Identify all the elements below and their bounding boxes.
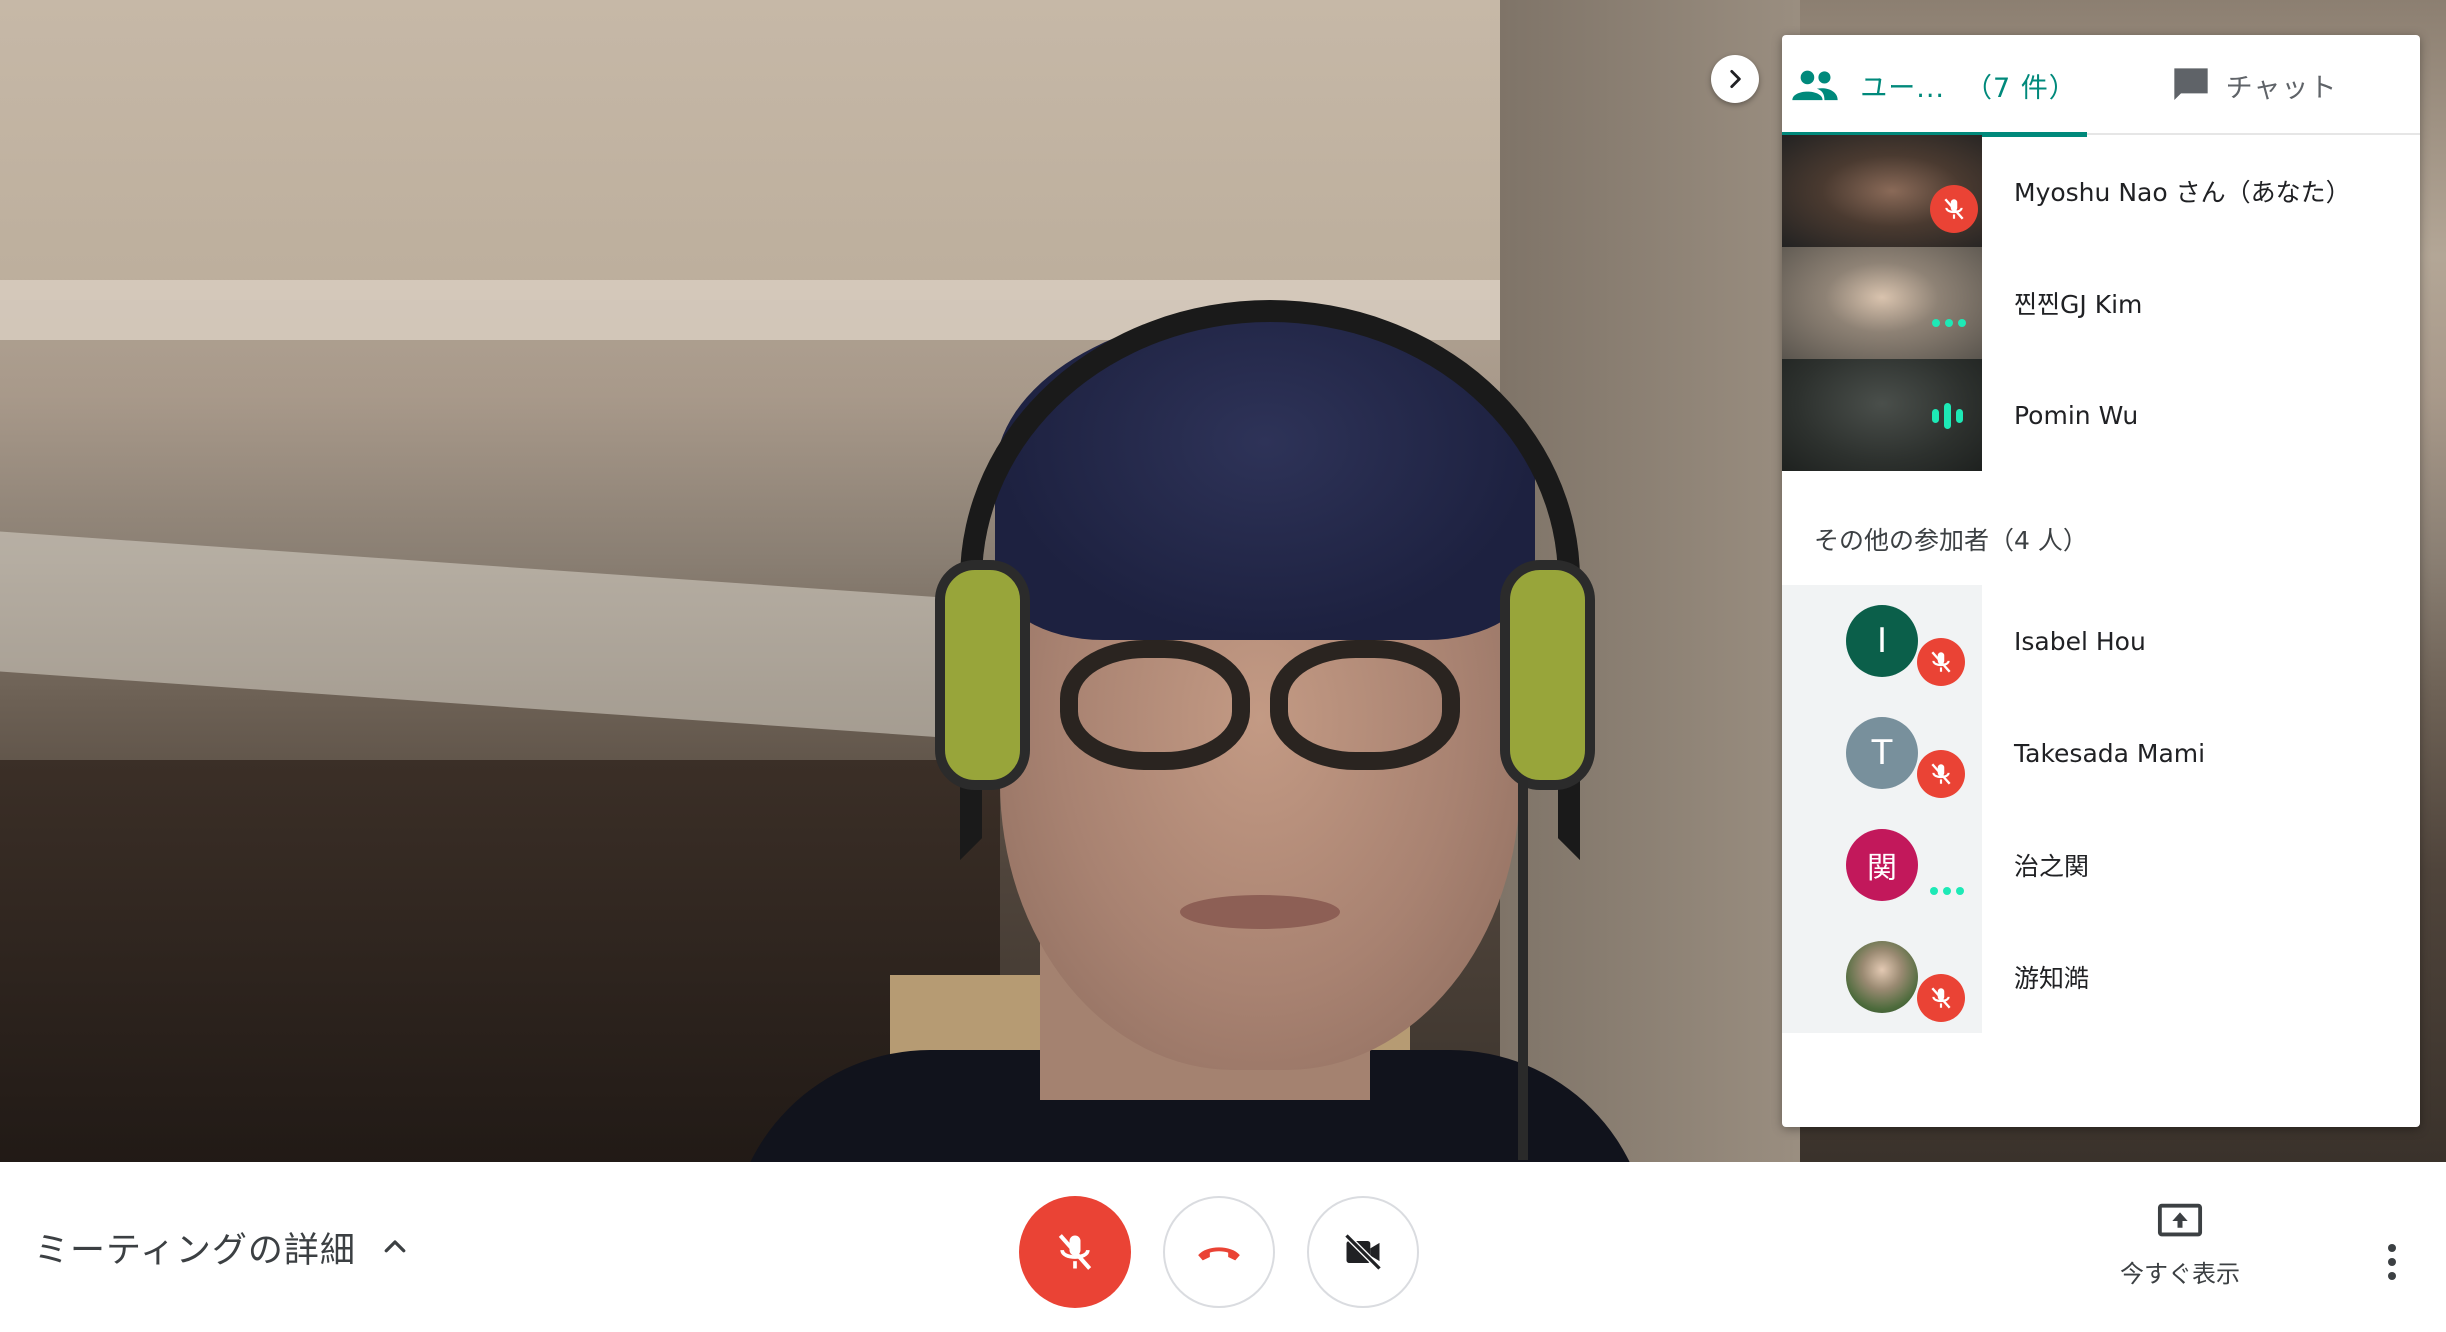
chevron-up-icon (384, 1240, 406, 1253)
avatar: I (1846, 605, 1918, 677)
more-options-button[interactable] (2370, 1227, 2414, 1297)
participant-row[interactable]: Pomin Wu (1782, 359, 2420, 471)
tab-people-count: （7 件） (1964, 72, 2077, 104)
mic-off-icon (1058, 1234, 1092, 1270)
tab-people[interactable]: ユー... （7 件） (1782, 35, 2087, 137)
tab-people-label: ユー... (1860, 72, 1945, 104)
participant-name: 찐찐GJ Kim (2014, 290, 2143, 319)
participant-row[interactable]: 游知澔 (1782, 921, 2420, 1033)
panel-tabs: ユー... （7 件） チャット (1782, 35, 2420, 137)
other-participants-heading: その他の参加者（4 人） (1814, 526, 2088, 555)
present-screen-icon (2157, 1203, 2203, 1237)
participant-name: Isabel Hou (2014, 626, 2146, 656)
mic-off-icon (1930, 185, 1978, 233)
avatar: 関 (1846, 829, 1918, 901)
tab-chat[interactable]: チャット (2087, 35, 2420, 135)
avatar (1846, 941, 1918, 1013)
chevron-right-icon (1730, 70, 1741, 88)
participant-row[interactable]: 関 治之関 (1782, 809, 2420, 921)
participant-avatar-tile: 関 (1782, 809, 1982, 921)
collapse-panel-button[interactable] (1711, 55, 1759, 103)
participant-row[interactable]: I Isabel Hou (1782, 585, 2420, 697)
microphone-toggle-button[interactable] (1019, 1196, 1131, 1308)
connecting-dots-icon (1930, 887, 1964, 895)
meeting-details-button[interactable]: ミーティングの詳細 (34, 1202, 410, 1292)
participant-video-thumbnail (1782, 359, 1982, 471)
participant-row[interactable]: Myoshu Nao さん（あなた） (1782, 135, 2420, 247)
participant-row[interactable]: 찐찐GJ Kim (1782, 247, 2420, 359)
participant-row[interactable]: T Takesada Mami (1782, 697, 2420, 809)
participant-name: Takesada Mami (2014, 738, 2206, 768)
participant-avatar-tile (1782, 921, 1982, 1033)
avatar: T (1846, 717, 1918, 789)
tab-chat-label: チャット (2225, 72, 2338, 104)
participant-avatar-tile: T (1782, 697, 1982, 809)
participant-name: Pomin Wu (2014, 400, 2139, 430)
meeting-details-label: ミーティングの詳細 (34, 1230, 356, 1271)
audio-level-icon (1932, 401, 1963, 431)
hang-up-button[interactable] (1163, 1196, 1275, 1308)
participant-name: Myoshu Nao さん（あなた） (2014, 178, 2351, 207)
mic-off-icon (1917, 750, 1965, 798)
connecting-dots-icon (1932, 319, 1966, 327)
participants-panel: ユー... （7 件） チャット Myoshu Nao さん（あなた） 찐찐GJ… (1782, 35, 2420, 1127)
participant-name: 治之関 (2014, 852, 2090, 881)
present-now-label: 今すぐ表示 (2120, 1260, 2240, 1288)
videocam-off-icon (1344, 1233, 1382, 1271)
participant-video-thumbnail (1782, 135, 1982, 247)
participant-name: 游知澔 (2014, 964, 2090, 993)
chat-icon (2173, 68, 2208, 100)
phone-hangup-icon (1198, 1247, 1240, 1261)
participant-avatar-tile: I (1782, 585, 1982, 697)
mic-off-icon (1917, 974, 1965, 1022)
present-now-button[interactable]: 今すぐ表示 (2110, 1202, 2250, 1312)
participant-video-thumbnail (1782, 247, 1982, 359)
more-vert-icon (2388, 1244, 2396, 1252)
mic-off-icon (1917, 638, 1965, 686)
people-icon (1792, 70, 1838, 101)
bottom-control-bar: ミーティングの詳細 今すぐ表示 (0, 1162, 2446, 1332)
camera-toggle-button[interactable] (1307, 1196, 1419, 1308)
